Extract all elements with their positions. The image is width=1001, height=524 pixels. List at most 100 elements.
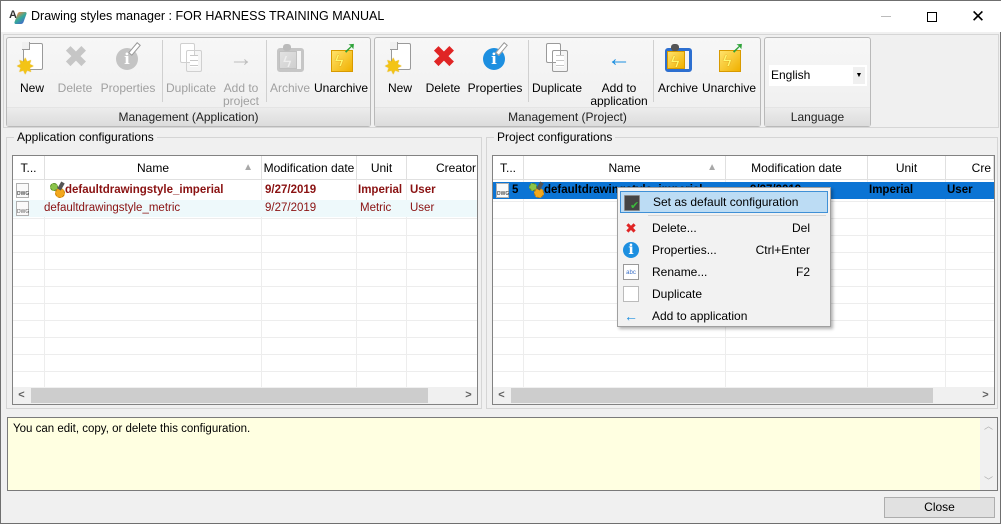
- column-header-name[interactable]: Name ▲: [524, 156, 726, 180]
- new-document-icon: ✸: [384, 42, 416, 78]
- horizontal-scrollbar[interactable]: < >: [493, 387, 994, 404]
- dwg-file-icon: DWG: [496, 183, 509, 198]
- panel-title: Project configurations: [494, 131, 616, 144]
- group-label: Management (Project): [375, 107, 760, 126]
- grid-header: T... Name ▲ Modification date Unit Creato…: [13, 156, 477, 180]
- set-default-icon: [624, 195, 640, 214]
- sort-ascending-icon: ▲: [243, 162, 253, 173]
- unarchive-icon: ϟ ➚: [713, 41, 745, 76]
- scrollbar-thumb[interactable]: [31, 388, 428, 403]
- project-properties-button[interactable]: i Properties: [465, 40, 525, 106]
- sort-ascending-icon: ▲: [707, 162, 717, 173]
- column-header-name[interactable]: Name ▲: [45, 156, 262, 180]
- title-bar: A Drawing styles manager : FOR HARNESS T…: [1, 1, 1001, 32]
- column-header-modification-date[interactable]: Modification date: [262, 156, 357, 180]
- maximize-icon: [927, 11, 937, 22]
- maximize-button[interactable]: [909, 1, 955, 32]
- column-header-creator[interactable]: Cre: [946, 156, 994, 180]
- drawing-styles-manager-window: A Drawing styles manager : FOR HARNESS T…: [0, 0, 1001, 524]
- project-unarchive-button[interactable]: ϟ ➚ Unarchive: [701, 40, 757, 106]
- app-unarchive-button[interactable]: ϟ ➚ Unarchive: [313, 40, 369, 106]
- column-header-creator[interactable]: Creator: [407, 156, 477, 180]
- close-window-button[interactable]: ✕: [955, 1, 1001, 32]
- cell-unit: Imperial: [358, 184, 403, 196]
- group-management-project: ✸ New ✖ Delete i Properties Duplicate ← …: [374, 37, 761, 127]
- horizontal-scrollbar[interactable]: < >: [13, 387, 477, 404]
- project-archive-button[interactable]: ϟ Archive: [655, 40, 701, 106]
- menu-separator: [648, 215, 826, 216]
- vertical-scrollbar[interactable]: ︿ ﹀: [980, 418, 997, 490]
- scroll-left-icon[interactable]: <: [493, 387, 510, 404]
- panel-title: Application configurations: [14, 131, 157, 144]
- menu-item-duplicate[interactable]: Duplicate: [620, 283, 828, 305]
- menu-item-delete[interactable]: ✖ Delete... Del: [620, 217, 828, 239]
- project-duplicate-button[interactable]: Duplicate: [529, 40, 585, 106]
- table-row[interactable]: DWG defaultdrawingstyle_metric 9/27/2019…: [13, 200, 477, 217]
- delete-icon: ✖: [431, 41, 457, 74]
- menu-item-rename[interactable]: abc Rename... F2: [620, 261, 828, 283]
- ribbon-separator: [266, 40, 267, 102]
- window-title: Drawing styles manager : FOR HARNESS TRA…: [31, 9, 385, 23]
- arrow-left-icon: ←: [624, 308, 638, 324]
- app-duplicate-button[interactable]: Duplicate: [163, 40, 219, 106]
- column-header-modification-date[interactable]: Modification date: [726, 156, 868, 180]
- unarchive-icon: ϟ ➚: [325, 41, 357, 76]
- column-header-type[interactable]: T...: [493, 156, 524, 180]
- application-configurations-panel: Application configurations T... Name ▲ Mo…: [6, 131, 482, 409]
- cell-creator: User: [947, 184, 973, 196]
- group-label: Language: [765, 107, 870, 126]
- project-add-to-application-button[interactable]: ← Add to application: [587, 40, 651, 108]
- application-configurations-grid: T... Name ▲ Modification date Unit Creato…: [12, 155, 478, 405]
- cell-type-suffix: 5: [512, 184, 519, 196]
- app-new-button[interactable]: ✸ New: [11, 40, 53, 106]
- cell-creator: User: [410, 202, 435, 214]
- cell-unit: Metric: [360, 202, 392, 214]
- new-document-icon: ✸: [16, 42, 48, 78]
- table-row[interactable]: DWG defaultdrawingstyle_imperial 9/27/20…: [13, 181, 477, 199]
- arrow-right-icon: →: [229, 45, 253, 72]
- minimize-icon: [881, 16, 891, 17]
- grid-header: T... Name ▲ Modification date Unit Cre: [493, 156, 994, 180]
- arrow-left-icon: ←: [607, 45, 631, 72]
- scroll-right-icon[interactable]: >: [977, 387, 994, 404]
- menu-item-add-to-application[interactable]: ← Add to application: [620, 305, 828, 327]
- scroll-up-icon[interactable]: ︿: [980, 418, 997, 435]
- duplicate-icon: [623, 286, 639, 302]
- info-textbox[interactable]: You can edit, copy, or delete this confi…: [7, 417, 998, 491]
- dropdown-arrow-icon[interactable]: ▼: [853, 67, 865, 84]
- scroll-left-icon[interactable]: <: [13, 387, 30, 404]
- app-add-to-project-button[interactable]: → Add to project: [217, 40, 265, 108]
- scroll-down-icon[interactable]: ﹀: [980, 473, 997, 490]
- column-header-type[interactable]: T...: [13, 156, 45, 180]
- cell-name: defaultdrawingstyle_imperial: [65, 184, 224, 196]
- duplicate-icon: [541, 42, 573, 76]
- app-archive-button[interactable]: ϟ Archive: [268, 40, 312, 106]
- app-properties-button[interactable]: i Properties: [97, 40, 159, 106]
- app-icon: A: [9, 9, 28, 25]
- group-label: Management (Application): [7, 107, 370, 126]
- menu-item-properties[interactable]: i Properties... Ctrl+Enter: [620, 239, 828, 261]
- properties-icon: i: [112, 42, 144, 76]
- scrollbar-thumb[interactable]: [511, 388, 933, 403]
- app-delete-button[interactable]: ✖ Delete: [55, 40, 95, 106]
- project-new-button[interactable]: ✸ New: [379, 40, 421, 106]
- close-icon: ✕: [970, 6, 986, 26]
- cell-unit: Imperial: [869, 184, 914, 196]
- group-management-application: ✸ New ✖ Delete i Properties Duplicate → …: [6, 37, 371, 127]
- language-select[interactable]: English ▼: [769, 65, 867, 86]
- delete-icon: ✖: [625, 220, 637, 236]
- column-header-unit[interactable]: Unit: [868, 156, 946, 180]
- column-header-unit[interactable]: Unit: [357, 156, 407, 180]
- menu-item-set-default[interactable]: Set as default configuration: [620, 191, 828, 214]
- delete-icon: ✖: [63, 41, 89, 74]
- minimize-button[interactable]: [863, 1, 909, 32]
- cell-creator: User: [410, 184, 436, 196]
- properties-icon: i: [623, 242, 639, 258]
- info-text: You can edit, copy, or delete this confi…: [13, 423, 251, 435]
- scroll-right-icon[interactable]: >: [460, 387, 477, 404]
- group-language: English ▼ Language: [764, 37, 871, 127]
- close-button[interactable]: Close: [884, 497, 995, 518]
- project-delete-button[interactable]: ✖ Delete: [423, 40, 463, 106]
- cell-date: 9/27/2019: [265, 184, 317, 196]
- duplicate-icon: [175, 42, 207, 76]
